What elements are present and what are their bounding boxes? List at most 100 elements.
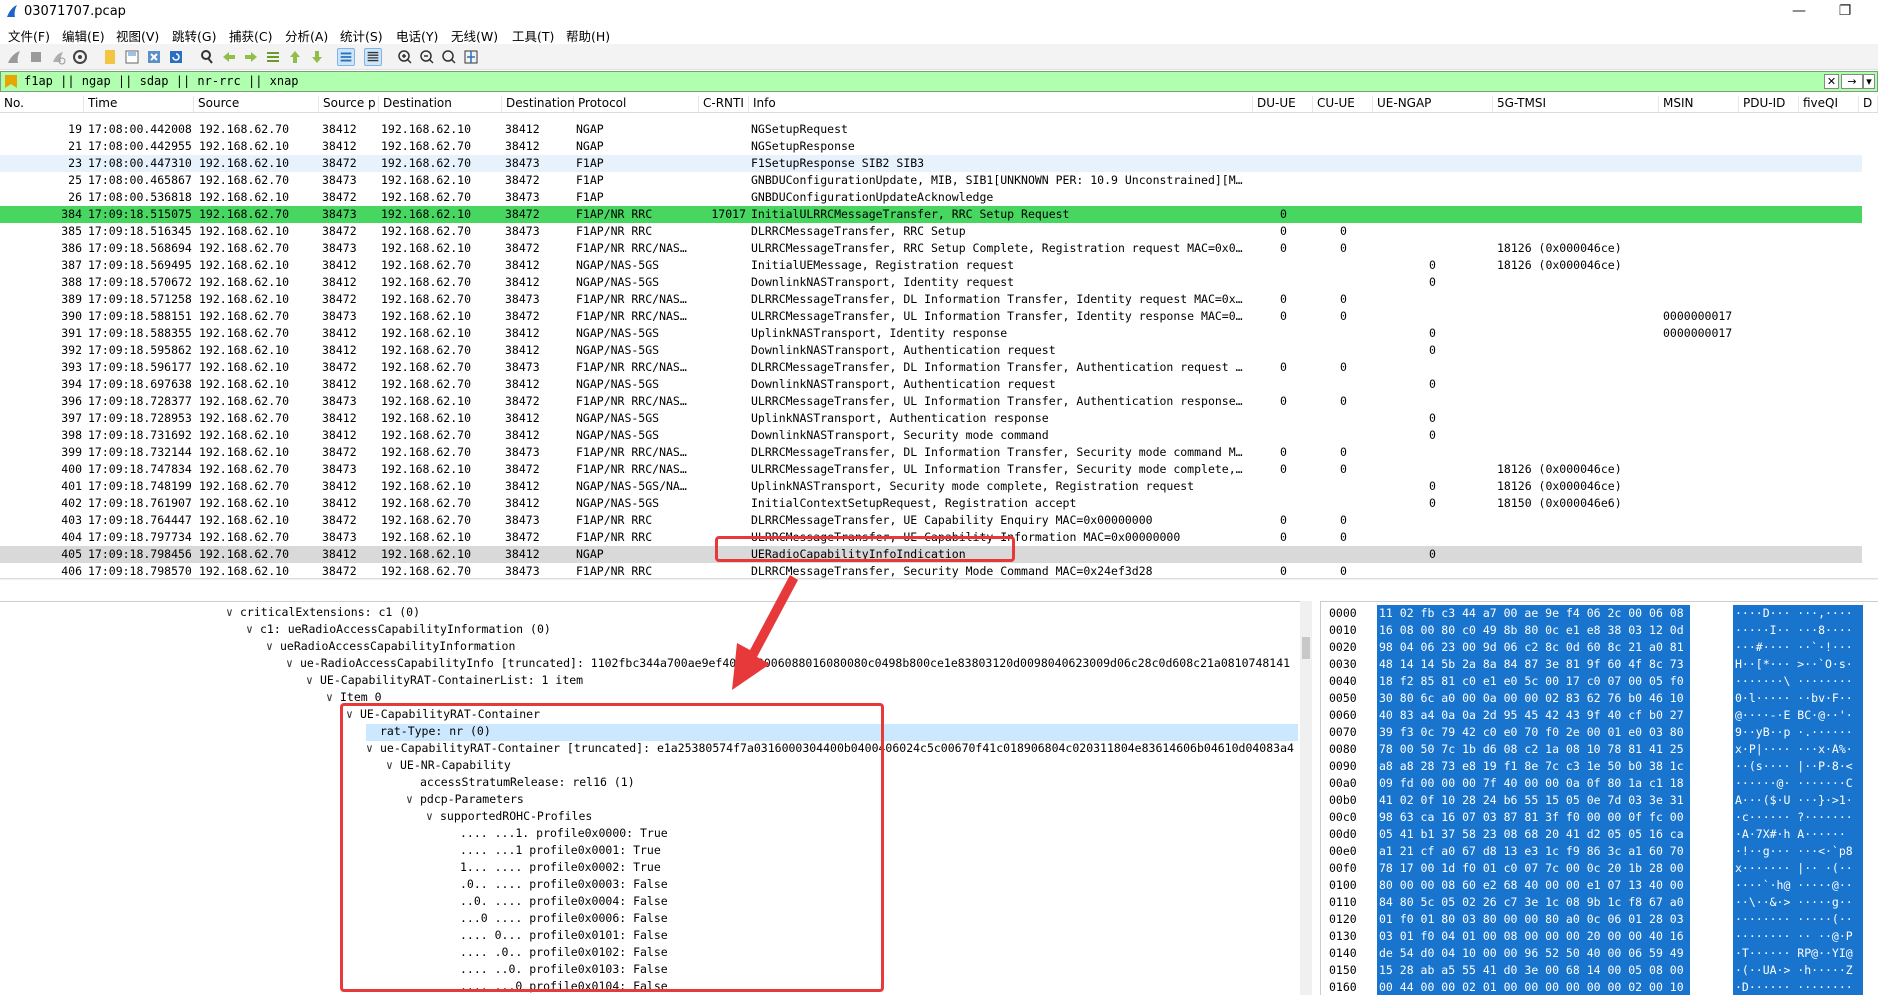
menu-analyze[interactable]: 分析(A)	[285, 26, 328, 45]
packet-row[interactable]: 394 17:09:18.697638 192.168.62.10 38412 192.…	[0, 376, 1862, 393]
hex-row[interactable]: 0000 11 02 fb c3 44 a7 00 ae 9e f4 06 2c …	[1321, 605, 1878, 622]
tree-item[interactable]: ∨ criticalExtensions: c1 (0)	[226, 605, 420, 622]
expand-chevron-icon[interactable]: ∨	[246, 622, 260, 636]
hex-row[interactable]: 0030 48 14 14 5b 2a 8a 84 87 3e 81 9f 60 …	[1321, 656, 1878, 673]
expand-chevron-icon[interactable]: ∨	[286, 656, 300, 670]
menu-help[interactable]: 帮助(H)	[566, 26, 610, 45]
go-back-icon[interactable]	[220, 48, 238, 66]
menu-go[interactable]: 跳转(G)	[172, 26, 216, 45]
display-filter-input[interactable]: f1ap || ngap || sdap || nr-rrc || xnap	[24, 74, 299, 88]
hex-row[interactable]: 0140 de 54 d0 04 10 00 00 96 52 50 40 00 …	[1321, 945, 1878, 962]
packet-row[interactable]: 396 17:09:18.728377 192.168.62.70 38473 192.…	[0, 393, 1862, 410]
packet-row[interactable]: 390 17:09:18.588151 192.168.62.70 38473 192.…	[0, 308, 1862, 325]
expand-chevron-icon[interactable]: ∨	[226, 605, 240, 619]
column-header-info[interactable]: Info	[749, 96, 1253, 112]
packet-row[interactable]: 392 17:09:18.595862 192.168.62.10 38412 192.…	[0, 342, 1862, 359]
expand-chevron-icon[interactable]: ∨	[326, 690, 340, 704]
packet-row[interactable]: 386 17:09:18.568694 192.168.62.70 38473 192.…	[0, 240, 1862, 257]
hex-row[interactable]: 00b0 41 02 0f 10 28 24 b6 55 15 05 0e 7d …	[1321, 792, 1878, 809]
hex-row[interactable]: 00a0 09 fd 00 00 00 7f 40 00 00 0a 0f 80 …	[1321, 775, 1878, 792]
packet-list[interactable]: No. Time Source Source p Destination Des…	[0, 93, 1878, 580]
packet-row[interactable]: 402 17:09:18.761907 192.168.62.10 38412 192.…	[0, 495, 1862, 512]
restore-button[interactable]: ❐	[1822, 0, 1868, 24]
tree-item[interactable]: ∨ ue-RadioAccessCapabilityInfo [truncated…	[286, 656, 1290, 673]
bookmark-icon[interactable]	[5, 75, 17, 88]
apply-filter-button[interactable]: →	[1841, 74, 1863, 89]
zoom-out-icon[interactable]	[418, 48, 436, 66]
go-first-icon[interactable]	[286, 48, 304, 66]
capture-options-icon[interactable]	[71, 48, 89, 66]
hex-row[interactable]: 0160 00 44 00 00 02 01 00 00 00 00 00 00 …	[1321, 979, 1878, 995]
packet-row[interactable]: 385 17:09:18.516345 192.168.62.10 38472 192.…	[0, 223, 1862, 240]
expand-chevron-icon[interactable]: ∨	[266, 639, 280, 653]
expand-chevron-icon[interactable]: ∨	[306, 673, 320, 687]
menu-statistics[interactable]: 统计(S)	[340, 26, 383, 45]
hex-row[interactable]: 0070 39 f3 0c 79 42 c0 e0 70 f0 2e 00 01 …	[1321, 724, 1878, 741]
packet-row[interactable]: 400 17:09:18.747834 192.168.62.70 38473 192.…	[0, 461, 1862, 478]
go-to-packet-icon[interactable]	[264, 48, 282, 66]
column-header-destination[interactable]: Destination	[379, 96, 502, 112]
packet-row[interactable]: 388 17:09:18.570672 192.168.62.10 38412 192.…	[0, 274, 1862, 291]
column-header-cu-ue[interactable]: CU-UE	[1313, 96, 1373, 112]
resize-columns-icon[interactable]	[462, 48, 480, 66]
tree-item[interactable]: ∨ c1: ueRadioAccessCapabilityInformation …	[246, 622, 551, 639]
column-header-msin[interactable]: MSIN	[1659, 96, 1739, 112]
hex-row[interactable]: 0010 16 08 00 80 c0 49 8b 80 0c e1 e8 38 …	[1321, 622, 1878, 639]
packet-row[interactable]: 401 17:09:18.748199 192.168.62.70 38412 192.…	[0, 478, 1862, 495]
save-file-icon[interactable]	[123, 48, 141, 66]
column-header-time[interactable]: Time	[84, 96, 194, 112]
normal-size-icon[interactable]	[440, 48, 458, 66]
column-header-dest-port[interactable]: Destination	[502, 96, 575, 112]
column-header-ue-ngap[interactable]: UE-NGAP	[1373, 96, 1493, 112]
reload-icon[interactable]	[167, 48, 185, 66]
packet-row[interactable]: 25 17:08:00.465867 192.168.62.70 38473 192.1…	[0, 172, 1862, 189]
scrollbar-thumb[interactable]	[1302, 637, 1310, 659]
go-forward-icon[interactable]	[242, 48, 260, 66]
hex-row[interactable]: 00f0 78 17 00 1d f0 01 c0 07 7c 00 0c 20 …	[1321, 860, 1878, 877]
autoscroll-icon[interactable]	[337, 48, 355, 66]
menu-file[interactable]: 文件(F)	[8, 26, 50, 45]
column-header-no[interactable]: No.	[0, 96, 84, 112]
packet-row[interactable]: 393 17:09:18.596177 192.168.62.10 38472 192.…	[0, 359, 1862, 376]
menu-view[interactable]: 视图(V)	[116, 26, 159, 45]
minimize-button[interactable]: —	[1776, 0, 1822, 24]
close-file-icon[interactable]	[145, 48, 163, 66]
find-packet-icon[interactable]	[198, 48, 216, 66]
column-header-protocol[interactable]: Protocol	[574, 96, 699, 112]
menu-telephony[interactable]: 电话(Y)	[396, 26, 438, 45]
packet-row[interactable]: 387 17:09:18.569495 192.168.62.10 38412 192.…	[0, 257, 1862, 274]
open-file-icon[interactable]	[101, 48, 119, 66]
column-header-fiveqi[interactable]: fiveQI	[1799, 96, 1859, 112]
packet-row[interactable]: 397 17:09:18.728953 192.168.62.70 38412 192.…	[0, 410, 1862, 427]
column-header-pdu-id[interactable]: PDU-ID	[1739, 96, 1799, 112]
menu-tools[interactable]: 工具(T)	[512, 26, 554, 45]
packet-row[interactable]: 19 17:08:00.442008 192.168.62.70 38412 192.1…	[0, 121, 1862, 138]
hex-row[interactable]: 0050 30 80 6c a0 00 0a 00 00 02 83 62 76 …	[1321, 690, 1878, 707]
packet-row[interactable]: 23 17:08:00.447310 192.168.62.10 38472 192.1…	[0, 155, 1862, 172]
packet-row[interactable]: 384 17:09:18.515075 192.168.62.70 38473 192.…	[0, 206, 1862, 223]
zoom-in-icon[interactable]	[396, 48, 414, 66]
go-last-icon[interactable]	[308, 48, 326, 66]
stop-icon[interactable]	[27, 48, 45, 66]
hex-row[interactable]: 0110 84 80 5c 05 02 26 c7 3e 1c 08 9b 1c …	[1321, 894, 1878, 911]
packet-row[interactable]: 21 17:08:00.442955 192.168.62.10 38412 192.1…	[0, 138, 1862, 155]
column-header-crnti[interactable]: C-RNTI	[699, 96, 749, 112]
packet-list-hscrollbar[interactable]	[0, 578, 1878, 580]
hex-row[interactable]: 0080 78 00 50 7c 1b d6 08 c2 1a 08 10 78 …	[1321, 741, 1878, 758]
packet-row[interactable]: 391 17:09:18.588355 192.168.62.70 38412 192.…	[0, 325, 1862, 342]
details-vscrollbar[interactable]	[1300, 601, 1312, 995]
packet-row[interactable]: 398 17:09:18.731692 192.168.62.10 38412 192.…	[0, 427, 1862, 444]
column-header-source[interactable]: Source	[194, 96, 319, 112]
menu-capture[interactable]: 捕获(C)	[229, 26, 272, 45]
packet-row[interactable]: 26 17:08:00.536818 192.168.62.10 38472 192.1…	[0, 189, 1862, 206]
hex-row[interactable]: 0100 80 00 00 08 60 e2 68 40 00 00 e1 07 …	[1321, 877, 1878, 894]
hex-row[interactable]: 00d0 05 41 b1 37 58 23 08 68 20 41 d2 05 …	[1321, 826, 1878, 843]
menu-wireless[interactable]: 无线(W)	[451, 26, 498, 45]
packet-row[interactable]: 403 17:09:18.764447 192.168.62.10 38472 192.…	[0, 512, 1862, 529]
hex-row[interactable]: 00e0 a1 21 cf a0 67 d8 13 e3 1c f9 86 3c …	[1321, 843, 1878, 860]
hex-row[interactable]: 00c0 98 63 ca 16 07 03 87 81 3f f0 00 00 …	[1321, 809, 1878, 826]
hex-row[interactable]: 0090 a8 a8 28 73 e8 19 f1 8e 7c c3 1e 50 …	[1321, 758, 1878, 775]
hex-row[interactable]: 0130 03 01 f0 04 01 00 08 00 00 00 20 00 …	[1321, 928, 1878, 945]
hex-row[interactable]: 0060 40 83 a4 0a 0a 2d 95 45 42 43 9f 40 …	[1321, 707, 1878, 724]
tree-item[interactable]: ∨ UE-CapabilityRAT-ContainerList: 1 item	[306, 673, 583, 690]
